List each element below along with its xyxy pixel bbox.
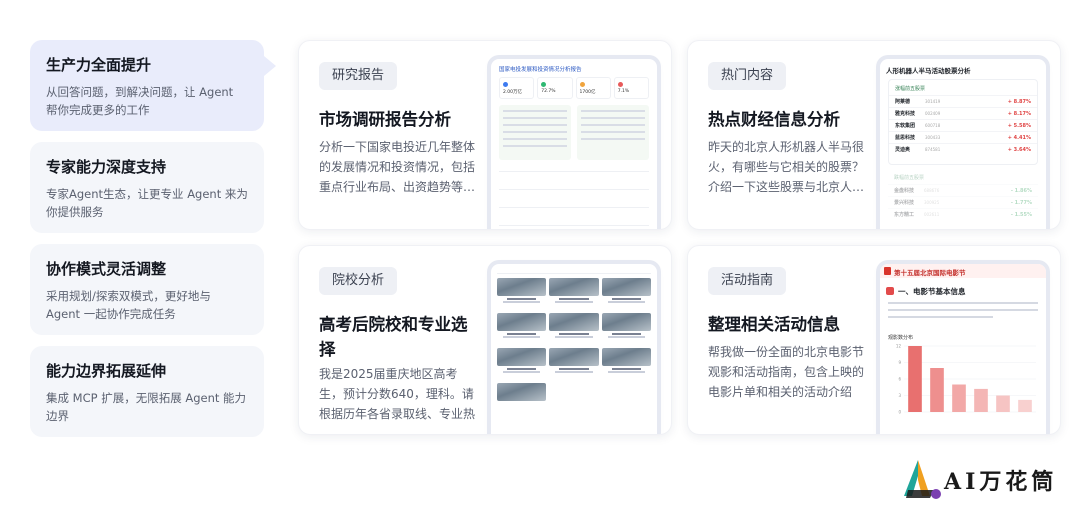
metric-value: 1700亿 <box>579 90 596 95</box>
card-hot-finance[interactable]: 热门内容 热点财经信息分析 昨天的北京人形机器人半马很火，有哪些与它相关的股票？… <box>687 40 1061 230</box>
card-tag: 活动指南 <box>708 267 787 295</box>
chart-y-tick-label: 0 <box>898 410 901 415</box>
section-icon <box>886 287 894 295</box>
table-section: 涨幅前五股票 <box>895 86 926 92</box>
college-item <box>497 383 547 401</box>
chart-y-tick-label: 9 <box>898 360 901 365</box>
card-tag: 热门内容 <box>708 62 787 90</box>
table-row: 蓝思科技 300433 + 4.41% <box>889 131 1037 143</box>
chart-label: 观影数分布 <box>888 335 914 341</box>
card-title: 市场调研报告分析 <box>319 110 451 129</box>
chart-bar <box>930 368 944 412</box>
report-block <box>499 105 571 160</box>
metric-card: 1700亿 <box>575 77 611 99</box>
section-title-text: 一、电影节基本信息 <box>898 287 966 296</box>
card-college-analysis[interactable]: 院校分析 高考后院校和专业选择 我是2025届重庆地区高考生，预计分数640，理… <box>298 245 672 435</box>
metric-value: 7.1% <box>617 89 630 94</box>
card-desc: 分析一下国家电投近几年整体的发展情况和投资情况，包括重点行业布局、出资趋势等… <box>319 140 476 194</box>
metric-card: 72.7% <box>537 77 573 99</box>
table-section: 跌幅前五股票 <box>894 175 925 181</box>
stock-table: 涨幅前五股票 阿莱德 301419 + 8.87% 雅克科技 002409 + 8.17… <box>888 79 1038 165</box>
divider <box>499 225 649 226</box>
section-title: 一、电影节基本信息 <box>886 286 966 297</box>
college-item <box>601 313 651 345</box>
preview-title: 人形机器人半马活动股票分析 <box>886 67 971 75</box>
card-desc: 昨天的北京人形机器人半马很火，有哪些与它相关的股票？介绍一下这些股票与北京人… <box>708 140 865 194</box>
metric-value: 2.00万亿 <box>503 90 523 95</box>
college-item <box>601 348 651 380</box>
feature-desc: 集成 MCP 扩展，无限拓展 Agent 能力边界 <box>46 391 247 423</box>
preview-title: 国家电投发展和投资情况分析报告 <box>499 67 582 73</box>
chart-y-tick-label: 6 <box>898 377 901 382</box>
table-row: 雅克科技 002409 + 8.17% <box>889 107 1037 119</box>
card-desc: 我是2025届重庆地区高考生，预计分数640，理科。请根据历年各省录取线、专业热… <box>319 367 476 421</box>
college-item <box>497 348 547 380</box>
table-row: 东软集团 600718 + 5.58% <box>889 119 1037 131</box>
card-title: 高考后院校和专业选择 <box>319 315 468 359</box>
metric-value: 72.7% <box>541 89 556 94</box>
table-row: 东方精工 002611- 1.55% <box>888 208 1038 220</box>
report-block <box>577 105 649 160</box>
chart-bar <box>908 346 922 412</box>
divider <box>499 189 649 190</box>
feature-item-extension[interactable]: 能力边界拓展延伸 集成 MCP 扩展，无限拓展 Agent 能力边界 <box>30 346 264 437</box>
card-tag: 院校分析 <box>319 267 398 295</box>
film-count-bar-chart: 12 9 6 3 0 <box>896 344 1036 415</box>
metric-card: 7.1% <box>613 77 649 99</box>
college-analysis-preview <box>491 264 657 434</box>
college-item <box>549 348 599 380</box>
card-title: 整理相关活动信息 <box>708 315 840 334</box>
chart-bar <box>1018 399 1032 412</box>
card-title: 热点财经信息分析 <box>708 110 840 129</box>
festival-banner-title: 第十五届北京国际电影节 <box>894 269 966 277</box>
chart-bar <box>952 384 966 412</box>
table-row: 金盘科技 688676- 1.86% <box>888 184 1038 196</box>
feature-item-productivity[interactable]: 生产力全面提升 从回答问题，到解决问题，让 Agent 帮你完成更多的工作 <box>30 40 276 131</box>
card-event-guide[interactable]: 活动指南 整理相关活动信息 帮我做一份全面的北京电影节观影和活动指南，包含上映的… <box>687 245 1061 435</box>
feature-title: 生产力全面提升 <box>46 56 152 74</box>
chart-bar <box>974 388 988 412</box>
section-text <box>888 302 1038 323</box>
metric-card: 2.00万亿 <box>499 77 535 99</box>
stock-analysis-preview: 人形机器人半马活动股票分析 涨幅前五股票 阿莱德 301419 + 8.87% 雅克… <box>880 59 1046 229</box>
feature-item-collaboration[interactable]: 协作模式灵活调整 采用规划/探索双模式，更好地与 Agent 一起协作完成任务 <box>30 244 264 335</box>
feature-desc: 采用规划/探索双模式，更好地与 Agent 一起协作完成任务 <box>46 289 211 321</box>
stock-table-faded: 跌幅前五股票 金盘科技 688676- 1.86% 景兴科技 300925- 1.7… <box>888 169 1038 229</box>
feature-item-expert[interactable]: 专家能力深度支持 专家Agent生态，让更专业 Agent 来为你提供服务 <box>30 142 264 233</box>
college-item <box>549 278 599 310</box>
feature-list: 生产力全面提升 从回答问题，到解决问题，让 Agent 帮你完成更多的工作 专家… <box>30 40 276 448</box>
divider <box>499 171 649 172</box>
metric-row: 2.00万亿 72.7% 1700亿 7.1% <box>499 77 649 99</box>
feature-title: 专家能力深度支持 <box>46 158 167 176</box>
film-festival-preview: 第十五届北京国际电影节 一、电影节基本信息 观影数分布 12 9 6 3 0 <box>880 264 1046 434</box>
chart-y-tick-label: 12 <box>896 344 902 349</box>
festival-logo-icon <box>884 267 891 275</box>
college-item <box>601 278 651 310</box>
table-row: 阿莱德 301419 + 8.87% <box>889 95 1037 107</box>
preview-header <box>497 268 651 274</box>
feature-title: 协作模式灵活调整 <box>46 260 167 278</box>
brand-logo-icon <box>904 460 941 499</box>
college-grid <box>497 278 651 401</box>
feature-desc: 专家Agent生态，让更专业 Agent 来为你提供服务 <box>46 187 248 219</box>
divider <box>499 207 649 208</box>
card-desc: 帮我做一份全面的北京电影节观影和活动指南，包含上映的电影片单和相关的活动介绍 <box>708 345 865 399</box>
card-tag: 研究报告 <box>319 62 398 90</box>
feature-title: 能力边界拓展延伸 <box>46 362 167 380</box>
festival-banner: 第十五届北京国际电影节 <box>880 264 1046 278</box>
card-research-report[interactable]: 研究报告 市场调研报告分析 分析一下国家电投近几年整体的发展情况和投资情况，包括… <box>298 40 672 230</box>
brand-name: AI万花筒 <box>944 469 1058 495</box>
college-item <box>549 313 599 345</box>
brand-logo: AI万花筒 <box>900 456 1060 504</box>
chart-bar <box>996 395 1010 412</box>
college-item <box>497 313 547 345</box>
college-item <box>497 278 547 310</box>
chart-y-tick-label: 3 <box>898 393 901 398</box>
feature-desc: 从回答问题，到解决问题，让 Agent 帮你完成更多的工作 <box>46 85 234 117</box>
table-row: 景兴科技 300925- 1.77% <box>888 196 1038 208</box>
research-report-preview: 国家电投发展和投资情况分析报告 2.00万亿 72.7% 1700亿 7.1% <box>491 59 657 229</box>
table-row: 灵迪奥 874581 + 3.64% <box>889 143 1037 155</box>
